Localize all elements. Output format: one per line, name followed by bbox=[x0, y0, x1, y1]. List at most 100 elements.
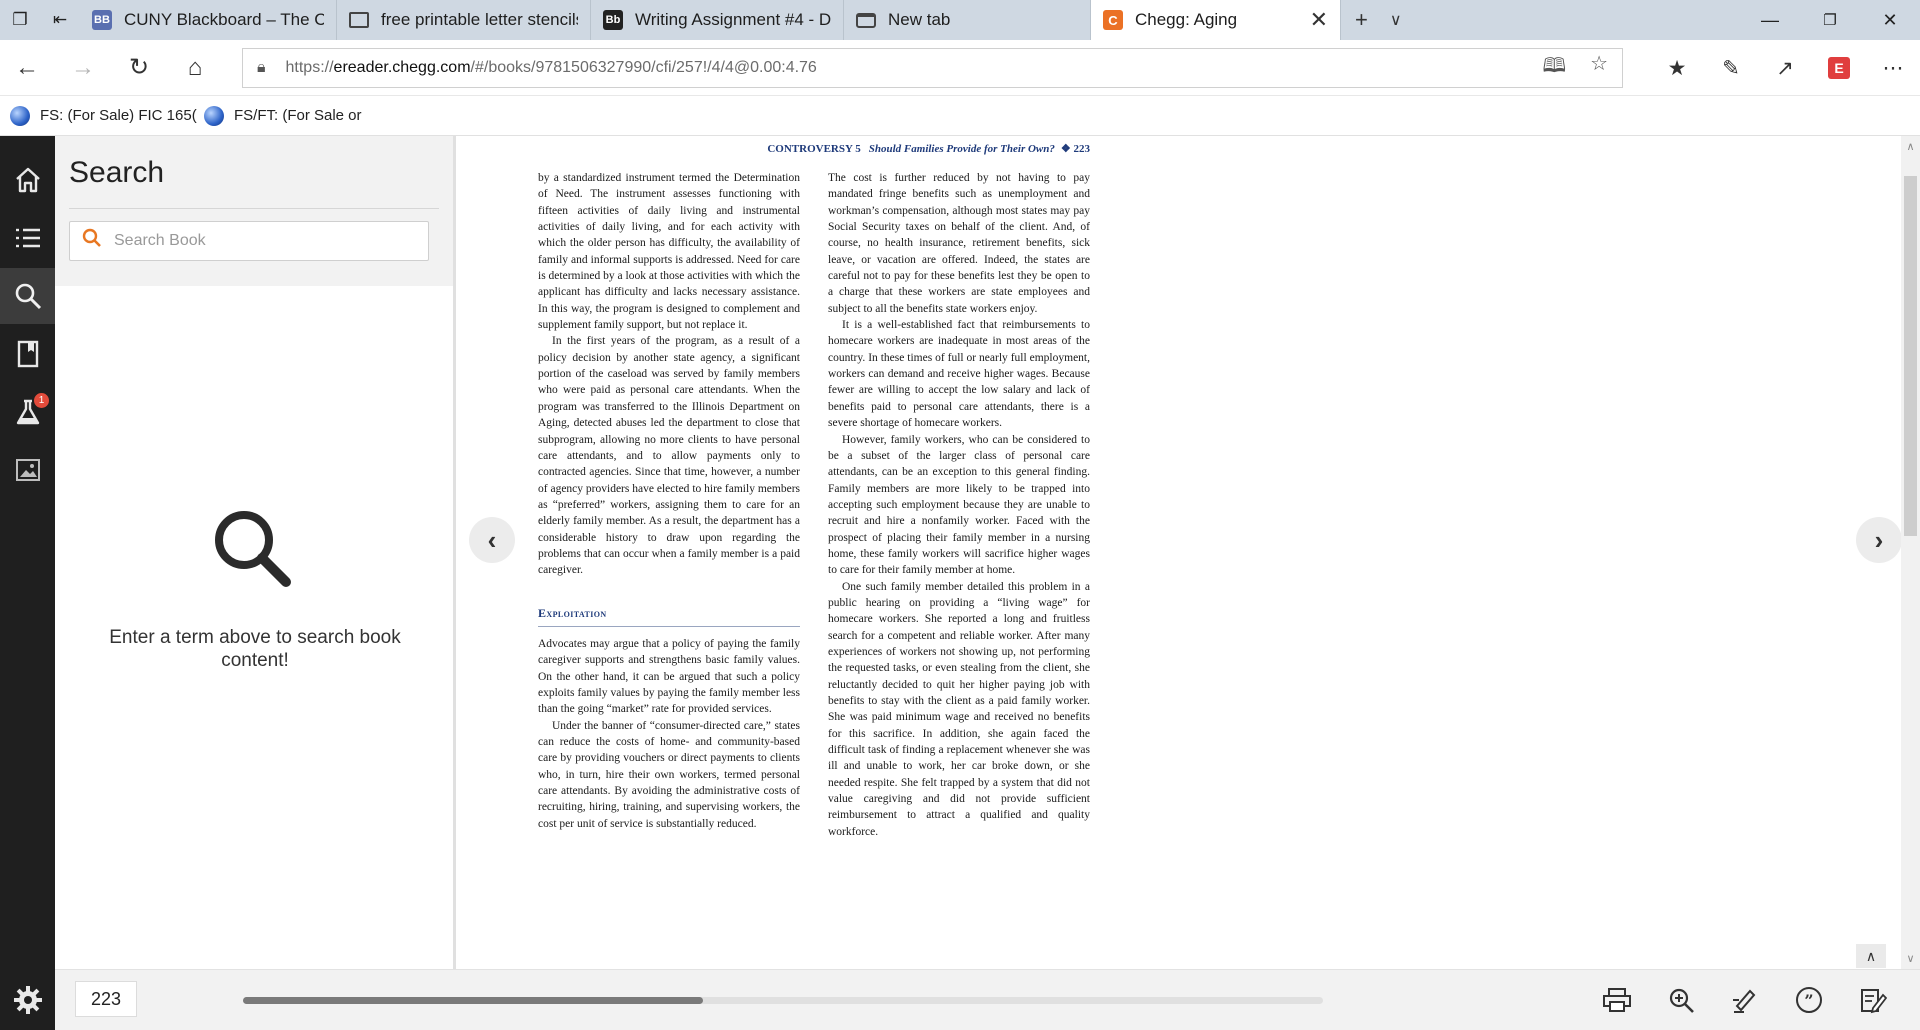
text-column-left: by a standardized instrument termed the … bbox=[538, 170, 800, 832]
paragraph: The cost is further reduced by not havin… bbox=[828, 172, 1090, 315]
home-nav-button[interactable] bbox=[0, 152, 55, 208]
extension-button[interactable]: E bbox=[1812, 57, 1866, 79]
printer-icon bbox=[1603, 988, 1631, 1012]
reader-bottom-toolbar: 223 ” bbox=[55, 969, 1920, 1030]
divider bbox=[69, 208, 439, 209]
chevron-left-icon: ‹ bbox=[487, 524, 497, 555]
settings-button[interactable] bbox=[0, 969, 55, 1030]
tab-title: Writing Assignment #4 - Du bbox=[635, 10, 831, 29]
search-book-field[interactable] bbox=[69, 221, 429, 261]
paragraph: by a standardized instrument termed the … bbox=[538, 172, 800, 332]
favorite-label: FS: (For Sale) FIC 165( bbox=[40, 107, 197, 124]
refresh-icon[interactable]: ↻ bbox=[112, 40, 166, 96]
book-viewport: ‹ CONTROVERSY 5 Should Families Provide f… bbox=[456, 136, 1902, 969]
images-nav-button[interactable] bbox=[0, 442, 55, 498]
zoom-in-button[interactable] bbox=[1664, 982, 1698, 1018]
running-head: CONTROVERSY 5 Should Families Provide for… bbox=[538, 142, 1090, 155]
favorites-list-icon[interactable]: ★ bbox=[1650, 56, 1704, 81]
svg-text:”: ” bbox=[1804, 991, 1813, 1010]
search-panel-title: Search bbox=[69, 156, 165, 189]
favorite-star-icon[interactable]: ☆ bbox=[1590, 51, 1608, 85]
zoom-in-icon bbox=[1669, 988, 1694, 1013]
scroll-to-top-button[interactable]: ∧ bbox=[1856, 944, 1886, 968]
favorite-link[interactable]: FS: (For Sale) FIC 165( bbox=[10, 105, 204, 126]
paragraph: One such family member detailed this pro… bbox=[828, 580, 1090, 838]
tabs-aside-icon[interactable]: ⇤ bbox=[40, 0, 80, 40]
browser-navigation-bar: ← → ↻ ⌂ 🔒︎ https://ereader.chegg.com/#/b… bbox=[0, 40, 1920, 96]
browser-tab[interactable]: Bb Writing Assignment #4 - Du bbox=[591, 0, 844, 40]
lock-icon: 🔒︎ bbox=[257, 59, 266, 76]
page-number-input[interactable]: 223 bbox=[75, 981, 137, 1017]
share-icon[interactable]: ↗ bbox=[1758, 56, 1812, 81]
next-page-button[interactable]: › bbox=[1856, 517, 1902, 563]
favorite-label: FS/FT: (For Sale or Tra bbox=[234, 107, 364, 124]
table-of-contents-button[interactable] bbox=[0, 210, 55, 266]
quote-icon: ” bbox=[1796, 987, 1822, 1013]
pen-notes-icon[interactable]: ✎ bbox=[1704, 56, 1758, 81]
url-host: ereader.chegg.com bbox=[333, 59, 471, 76]
notes-button[interactable] bbox=[1856, 982, 1890, 1018]
search-nav-button[interactable] bbox=[0, 268, 55, 324]
citation-button[interactable]: ” bbox=[1792, 982, 1826, 1018]
tab-manager-icon[interactable]: ❐ bbox=[0, 0, 40, 40]
scroll-up-arrow-icon[interactable]: ∧ bbox=[1901, 140, 1920, 153]
browser-tab[interactable]: New tab bbox=[844, 0, 1091, 40]
tab-title: Chegg: Aging bbox=[1135, 10, 1238, 29]
print-button[interactable] bbox=[1600, 982, 1634, 1018]
paragraph: In the first years of the program, as a … bbox=[538, 335, 800, 577]
forward-icon[interactable]: → bbox=[56, 40, 110, 96]
search-panel-header: Search bbox=[55, 136, 453, 286]
minimize-window-icon[interactable]: — bbox=[1740, 0, 1800, 40]
browser-tab-strip: ❐ ⇤ BB CUNY Blackboard – The City free p… bbox=[0, 0, 1920, 40]
ornament-glyph: ❖ bbox=[1060, 143, 1071, 155]
notes-edit-icon bbox=[1861, 989, 1887, 1014]
browser-tab-active[interactable]: C Chegg: Aging ✕ bbox=[1091, 0, 1341, 40]
bookmark-page-icon bbox=[17, 340, 38, 368]
new-tab-icon[interactable]: + bbox=[1355, 7, 1368, 33]
browser-tab[interactable]: free printable letter stencils bbox=[337, 0, 591, 40]
previous-page-button[interactable]: ‹ bbox=[469, 517, 515, 563]
url-path: /#/books/9781506327990/cfi/257!/4/4@0.00… bbox=[470, 59, 817, 76]
more-menu-icon[interactable]: ⋯ bbox=[1866, 56, 1920, 81]
favorite-link[interactable]: FS/FT: (For Sale or Tra bbox=[204, 105, 364, 126]
running-head-section: CONTROVERSY 5 bbox=[767, 143, 861, 155]
paragraph: Under the banner of “consumer-directed c… bbox=[538, 719, 800, 830]
browser-tab[interactable]: BB CUNY Blackboard – The City bbox=[80, 0, 337, 40]
text-column-right: The cost is further reduced by not havin… bbox=[828, 170, 1090, 840]
search-empty-state-icon bbox=[210, 506, 296, 597]
restore-window-icon[interactable]: ❐ bbox=[1800, 0, 1860, 40]
paragraph: Advocates may argue that a policy of pay… bbox=[538, 637, 800, 716]
scroll-down-arrow-icon[interactable]: ∨ bbox=[1901, 952, 1920, 965]
reading-view-icon[interactable]: 🕮︎ bbox=[1542, 51, 1566, 85]
chevron-up-icon: ∧ bbox=[1865, 947, 1877, 964]
search-icon bbox=[15, 283, 41, 310]
globe-icon bbox=[204, 105, 224, 126]
reading-progress-slider[interactable] bbox=[243, 997, 1323, 1004]
bookmarks-nav-button[interactable] bbox=[0, 326, 55, 382]
chegg-favicon-icon: C bbox=[1103, 10, 1123, 30]
blackboard-favicon-icon: Bb bbox=[603, 10, 623, 30]
extension-icon: E bbox=[1828, 57, 1850, 79]
new-tab-favicon-icon bbox=[856, 12, 876, 28]
study-tools-nav-button[interactable]: 1 bbox=[0, 384, 55, 440]
running-head-title: Should Families Provide for Their Own? bbox=[868, 143, 1055, 155]
chevron-down-icon[interactable]: ∨ bbox=[1390, 10, 1402, 30]
page-number: 223 bbox=[1073, 143, 1091, 155]
search-empty-message: Enter a term above to search book conten… bbox=[109, 627, 401, 671]
chevron-right-icon: › bbox=[1874, 524, 1884, 555]
paragraph: It is a well-established fact that reimb… bbox=[828, 319, 1090, 430]
address-bar[interactable]: 🔒︎ https://ereader.chegg.com/#/books/978… bbox=[242, 48, 1623, 88]
favorites-bar: FS: (For Sale) FIC 165( FS/FT: (For Sale… bbox=[0, 96, 1920, 136]
back-icon[interactable]: ← bbox=[0, 40, 54, 96]
search-book-input[interactable] bbox=[114, 232, 416, 250]
vertical-scrollbar[interactable]: ∧ ∨ bbox=[1901, 136, 1920, 969]
section-heading-text: Exploitation bbox=[538, 605, 607, 620]
close-tab-icon[interactable]: ✕ bbox=[1310, 7, 1328, 33]
home-icon[interactable]: ⌂ bbox=[168, 40, 222, 96]
section-heading: Exploitation bbox=[538, 605, 800, 627]
page-favicon-icon bbox=[349, 12, 369, 28]
close-window-icon[interactable]: ✕ bbox=[1860, 0, 1920, 40]
list-icon bbox=[15, 228, 40, 248]
scrollbar-thumb[interactable] bbox=[1904, 176, 1917, 536]
highlight-button[interactable] bbox=[1728, 982, 1762, 1018]
